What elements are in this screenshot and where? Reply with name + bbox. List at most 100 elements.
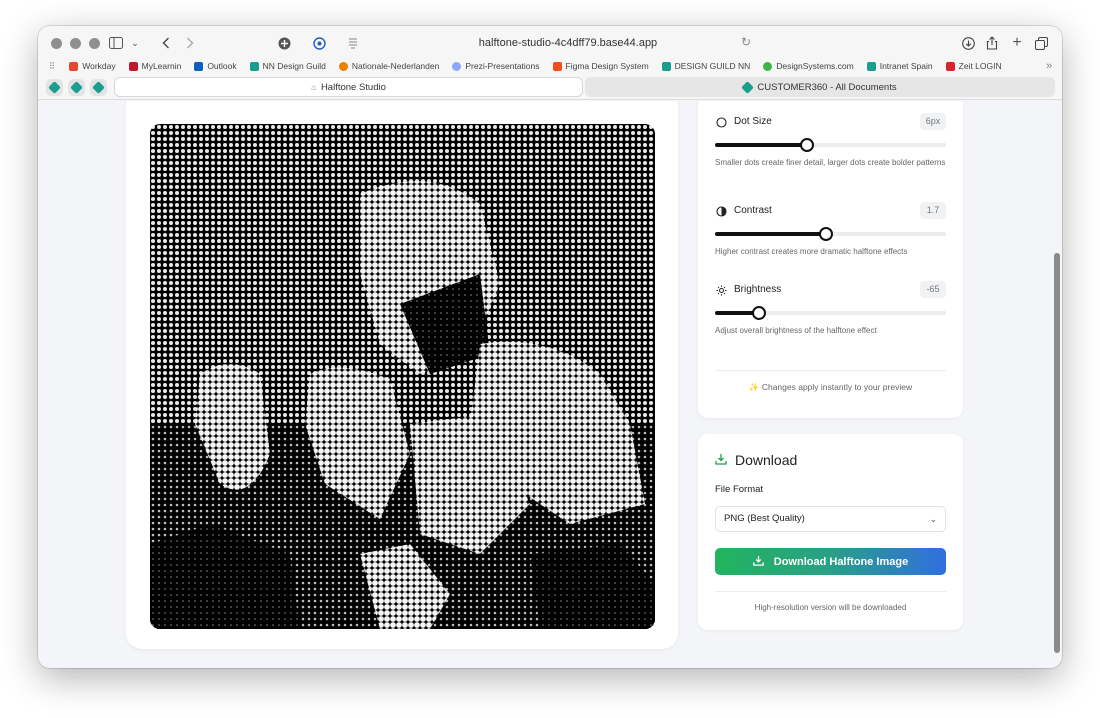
bookmark-prezi[interactable]: Prezi-Presentations xyxy=(452,61,540,71)
bookmark-label: Figma Design System xyxy=(565,61,649,71)
high-resolution-note: High-resolution version will be download… xyxy=(754,603,907,612)
extension-icon[interactable] xyxy=(277,34,291,52)
close-window-button[interactable] xyxy=(51,38,62,49)
contrast-label: Contrast xyxy=(734,205,772,216)
contrast-icon xyxy=(715,205,727,217)
pinned-tab-3[interactable] xyxy=(90,79,107,96)
download-halftone-button[interactable]: Download Halftone Image xyxy=(715,548,946,575)
bookmark-mylearnin[interactable]: MyLearnin xyxy=(128,61,181,71)
browser-window: ⌄ halftone-studio-4c4dff79.base44.app ↻ xyxy=(38,26,1062,668)
bookmark-workday[interactable]: Workday xyxy=(69,61,116,71)
bookmark-label: Workday xyxy=(82,61,116,71)
password-icon[interactable] xyxy=(312,34,326,52)
brightness-description: Adjust overall brightness of the halfton… xyxy=(715,326,877,335)
bookmark-favicon xyxy=(452,61,462,71)
bookmark-intranet-spain[interactable]: Intranet Spain xyxy=(866,61,933,71)
download-title: Download xyxy=(735,452,798,468)
back-icon[interactable] xyxy=(160,34,172,52)
tab-customer360[interactable]: CUSTOMER360 - All Documents xyxy=(585,77,1055,97)
dot-size-slider-thumb[interactable] xyxy=(800,138,815,152)
page-scrollbar[interactable] xyxy=(1051,101,1062,668)
bookmark-designsystems[interactable]: DesignSystems.com xyxy=(763,61,854,71)
bookmark-nn-design-guild[interactable]: NN Design Guild xyxy=(249,61,326,71)
minimize-window-button[interactable] xyxy=(70,38,81,49)
forward-icon[interactable] xyxy=(184,34,196,52)
bookmark-favicon xyxy=(194,61,204,71)
pinned-tab-favicon xyxy=(48,81,61,94)
bookmark-label: DESIGN GUILD NN xyxy=(674,61,751,71)
download-button-label: Download Halftone Image xyxy=(773,555,909,568)
reader-icon[interactable] xyxy=(347,34,359,52)
bookmark-outlook[interactable]: Outlook xyxy=(194,61,237,71)
tab-overview-icon[interactable] xyxy=(1034,34,1048,52)
tab-bar: ⌂ Halftone Studio CUSTOMER360 - All Docu… xyxy=(38,76,1062,98)
dot-size-label: Dot Size xyxy=(734,116,772,127)
pinned-tab-favicon xyxy=(92,81,105,94)
share-icon[interactable] xyxy=(985,34,999,52)
changes-note: ✨ Changes apply instantly to your previe… xyxy=(748,382,913,392)
contrast-slider-thumb[interactable] xyxy=(818,227,833,241)
dot-size-header: Dot Size 6px xyxy=(715,113,946,131)
dot-size-description: Smaller dots create finer detail, larger… xyxy=(715,158,946,167)
download-icon xyxy=(715,453,727,468)
brightness-header: Brightness -65 xyxy=(715,281,946,299)
bookmark-favicon xyxy=(249,61,259,71)
halftone-settings-panel: Dot Size 6px Smaller dots create finer d… xyxy=(698,101,963,418)
browser-toolbar: ⌄ halftone-studio-4c4dff79.base44.app ↻ xyxy=(38,26,1062,100)
new-tab-icon[interactable]: + xyxy=(1010,34,1024,52)
desktop: ⌄ halftone-studio-4c4dff79.base44.app ↻ xyxy=(0,0,1100,718)
pinned-tab-favicon xyxy=(70,81,83,94)
tab-halftone-studio[interactable]: ⌂ Halftone Studio xyxy=(114,77,583,97)
contrast-description: Higher contrast creates more dramatic ha… xyxy=(715,247,908,256)
dot-size-value: 6px xyxy=(920,113,946,130)
download-icon xyxy=(753,555,764,569)
tab-favicon-icon xyxy=(741,80,755,94)
tab-favicon-icon: ⌂ xyxy=(311,82,316,92)
chevron-down-icon[interactable]: ⌄ xyxy=(130,34,140,52)
circle-icon xyxy=(715,116,727,128)
contrast-slider[interactable] xyxy=(715,227,946,241)
brightness-slider-thumb[interactable] xyxy=(751,306,766,320)
file-format-value: PNG (Best Quality) xyxy=(724,513,805,524)
window-controls xyxy=(51,38,100,49)
bookmark-label: Prezi-Presentations xyxy=(465,61,540,71)
brightness-value: -65 xyxy=(920,281,946,298)
bookmark-design-guild-nn[interactable]: DESIGN GUILD NN xyxy=(661,61,751,71)
zoom-window-button[interactable] xyxy=(89,38,100,49)
bookmark-figma[interactable]: Figma Design System xyxy=(552,61,649,71)
sun-icon xyxy=(715,284,727,296)
file-format-label: File Format xyxy=(715,484,764,495)
bookmark-label: NN Design Guild xyxy=(262,61,326,71)
grid-icon[interactable]: ⠿ xyxy=(49,61,55,72)
bookmark-favicon xyxy=(128,61,138,71)
bookmark-favicon xyxy=(763,61,773,71)
contrast-value: 1.7 xyxy=(920,202,946,219)
bookmark-label: Intranet Spain xyxy=(879,61,933,71)
bookmark-favicon xyxy=(866,61,876,71)
scrollbar-thumb[interactable] xyxy=(1054,253,1060,653)
bookmarks-bar: ⠿ Workday MyLearnin Outlook NN Design Gu… xyxy=(38,58,1062,74)
bookmark-zeit-login[interactable]: Zeit LOGIN xyxy=(945,61,1002,71)
pinned-tab-1[interactable] xyxy=(46,79,63,96)
bookmark-nationale-nederlanden[interactable]: Nationale-Nederlanden xyxy=(338,61,440,71)
settings-divider xyxy=(715,370,946,371)
bookmark-label: Nationale-Nederlanden xyxy=(351,61,440,71)
bookmark-favicon xyxy=(661,61,671,71)
download-panel: Download File Format PNG (Best Quality) … xyxy=(698,434,963,630)
downloads-icon[interactable] xyxy=(961,34,975,52)
brightness-slider[interactable] xyxy=(715,306,946,320)
more-bookmarks-icon[interactable]: » xyxy=(1046,60,1052,72)
reload-icon[interactable]: ↻ xyxy=(741,35,751,49)
page-content: Dot Size 6px Smaller dots create finer d… xyxy=(38,101,1062,668)
dot-size-slider[interactable] xyxy=(715,138,946,152)
sidebar-icon[interactable] xyxy=(108,34,124,52)
bookmark-label: DesignSystems.com xyxy=(776,61,854,71)
bookmark-favicon xyxy=(338,61,348,71)
bookmark-label: Zeit LOGIN xyxy=(958,61,1002,71)
tab-label: CUSTOMER360 - All Documents xyxy=(757,81,897,93)
address-bar[interactable]: halftone-studio-4c4dff79.base44.app xyxy=(388,34,748,52)
halftone-preview-image xyxy=(150,124,655,629)
contrast-header: Contrast 1.7 xyxy=(715,202,946,220)
pinned-tab-2[interactable] xyxy=(68,79,85,96)
file-format-select[interactable]: PNG (Best Quality) ⌄ xyxy=(715,506,946,532)
